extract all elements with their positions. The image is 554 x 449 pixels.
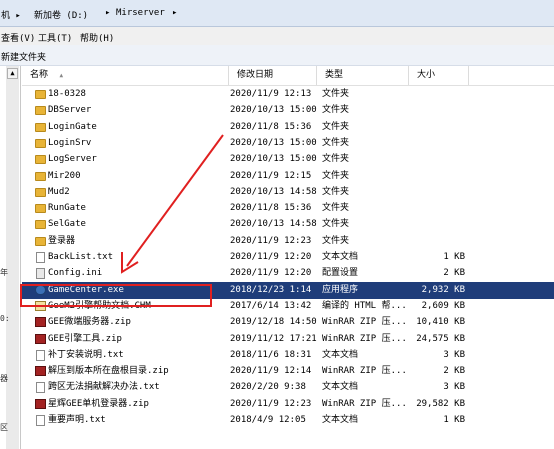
annotation-arrow-line: [126, 134, 224, 267]
annotation-arrow: [121, 134, 224, 274]
